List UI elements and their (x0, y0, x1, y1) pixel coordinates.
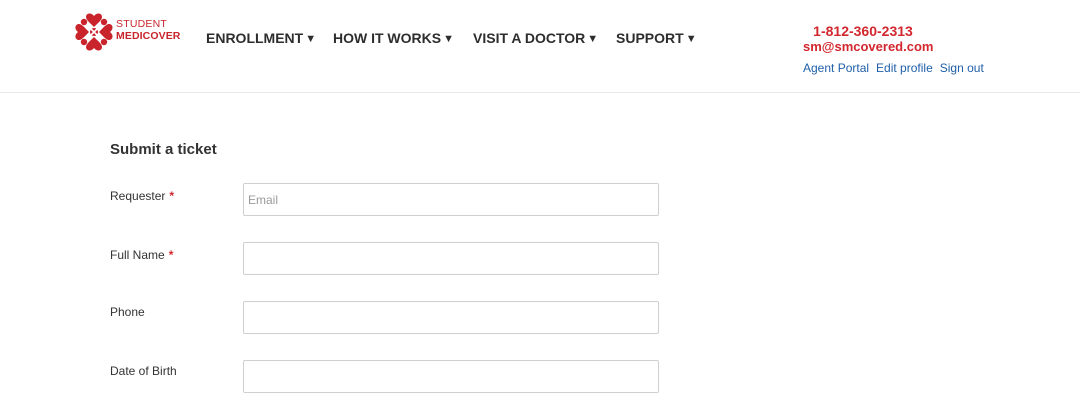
field-label-text: Full Name (110, 248, 165, 262)
date-of-birth-input[interactable] (243, 360, 659, 393)
caret-down-icon: ▼ (443, 33, 454, 45)
nav-visit-a-doctor[interactable]: VISIT A DOCTOR ▼ (473, 30, 598, 46)
field-label-text: Phone (110, 305, 145, 319)
email-address[interactable]: sm@smcovered.com (803, 39, 933, 54)
nav-support[interactable]: SUPPORT ▼ (616, 30, 697, 46)
field-label-text: Requester (110, 189, 166, 203)
required-marker: * (169, 189, 175, 203)
field-label-text: Date of Birth (110, 364, 177, 378)
full-name-label: Full Name * (110, 248, 173, 262)
caret-down-icon: ▼ (587, 33, 599, 45)
requester-email-input[interactable] (243, 183, 659, 216)
caret-down-icon: ▼ (685, 33, 697, 45)
nav-how-it-works[interactable]: HOW IT WORKS ▼ (333, 30, 454, 46)
edit-profile-link[interactable]: Edit profile (876, 61, 933, 75)
phone-label: Phone (110, 305, 145, 319)
date-of-birth-label: Date of Birth (110, 364, 177, 378)
brand-line-2: MEDICOVER (116, 30, 181, 42)
nav-enrollment[interactable]: ENROLLMENT ▼ (206, 30, 316, 46)
agent-portal-link[interactable]: Agent Portal (803, 61, 869, 75)
caret-down-icon: ▼ (305, 33, 317, 45)
brand-line-1: STUDENT (116, 18, 167, 30)
requester-label: Requester * (110, 189, 174, 203)
nav-label: HOW IT WORKS (333, 30, 442, 46)
nav-label: ENROLLMENT (206, 30, 304, 46)
phone-input[interactable] (243, 301, 659, 334)
nav-label: VISIT A DOCTOR (473, 30, 586, 46)
brand-logo[interactable]: STUDENT MEDICOVER (72, 10, 192, 54)
phone-number[interactable]: 1-812-360-2313 (803, 24, 923, 39)
heart-cluster-icon (75, 13, 113, 51)
site-header: STUDENT MEDICOVER ENROLLMENT ▼ HOW IT WOR… (0, 0, 1080, 93)
full-name-input[interactable] (243, 242, 659, 275)
contact-info: 1-812-360-2313 sm@smcovered.com (803, 24, 933, 55)
sign-out-link[interactable]: Sign out (940, 61, 984, 75)
nav-label: SUPPORT (616, 30, 684, 46)
account-links: Agent Portal Edit profile Sign out (803, 61, 991, 75)
page-title: Submit a ticket (110, 141, 217, 158)
required-marker: * (168, 248, 174, 262)
